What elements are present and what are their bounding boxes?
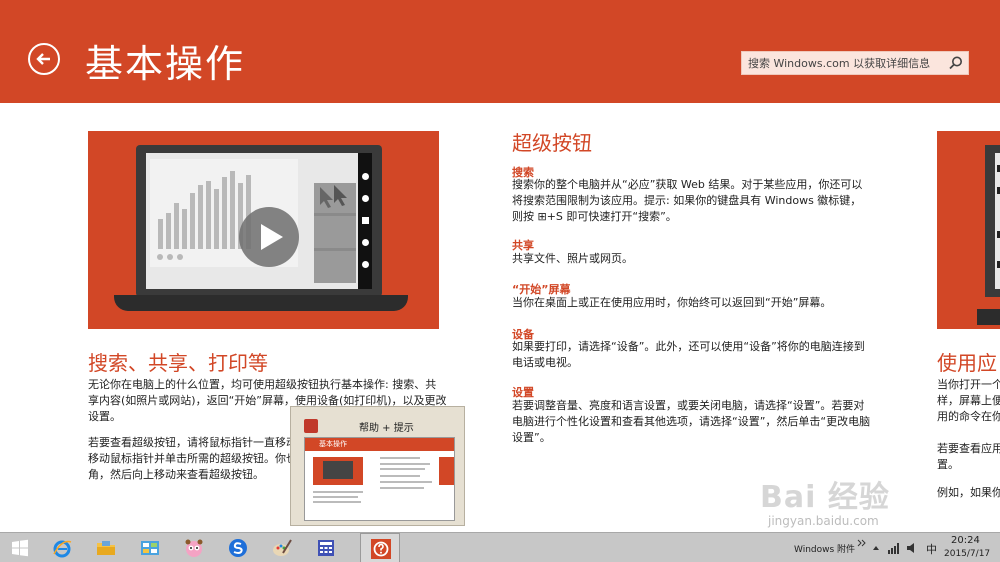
search-box[interactable] bbox=[741, 51, 969, 75]
text-line: 若要调整音量、亮度和语言设置，或要关闭电脑，请选择“设置”。若要对 bbox=[512, 399, 865, 412]
start-button[interactable] bbox=[0, 533, 40, 562]
apps-video-tile[interactable] bbox=[937, 131, 1000, 329]
help-tips-thumbnail[interactable]: 帮助 + 提示 基本操作 bbox=[290, 406, 465, 526]
windows-logo-icon bbox=[362, 217, 369, 224]
thumbnail-content-illustration bbox=[313, 457, 454, 503]
text-line: 移动鼠标指针并单击所需的超级按钮。你也 bbox=[88, 452, 293, 465]
control-panel-icon bbox=[141, 541, 159, 555]
sogou-icon bbox=[229, 539, 247, 557]
text-line: 角，然后向上移动来查看超级按钮。 bbox=[88, 468, 264, 481]
text-line: 电话或电视。 bbox=[512, 356, 578, 369]
page-title: 基本操作 bbox=[85, 42, 246, 86]
charm-dot bbox=[362, 239, 369, 246]
clock-time[interactable]: 20:24 bbox=[951, 535, 980, 546]
text-line: 如果要打印，请选择“设备”。此外，还可以使用“设备”将你的电脑连接到 bbox=[512, 340, 865, 353]
charm-dot bbox=[362, 195, 369, 202]
charm-desc-start: 当你在桌面上或正在使用应用时，你始终可以返回到“开始”屏幕。 bbox=[512, 295, 887, 311]
section-title-search-share-print: 搜索、共享、打印等 bbox=[88, 351, 268, 375]
screen-tiles-panel bbox=[314, 183, 356, 283]
charm-bar bbox=[358, 153, 372, 289]
baidu-watermark: Bai 经验 bbox=[760, 480, 890, 515]
laptop-illustration bbox=[977, 145, 1000, 325]
ime-indicator[interactable]: 中 bbox=[926, 541, 937, 557]
calculator-icon bbox=[318, 540, 334, 556]
laptop-base bbox=[114, 295, 408, 311]
section-title-charms: 超级按钮 bbox=[512, 131, 592, 155]
text-line: 样，屏幕上便 bbox=[937, 394, 1000, 407]
text-line: 设置”。 bbox=[512, 431, 551, 444]
text-line: 当你在桌面上或正在使用应用时，你始终可以返回到“开始”屏幕。 bbox=[512, 296, 832, 309]
play-button[interactable] bbox=[239, 207, 299, 267]
charm-desc-search: 搜索你的整个电脑并从“必应”获取 Web 结果。对于某些应用，你还可以 将搜索范… bbox=[512, 177, 887, 225]
text-line: 置。 bbox=[937, 458, 959, 471]
text-line: 将搜索范围限制为该应用。提示: 如果你的键盘具有 Windows 徽标键， bbox=[512, 194, 862, 207]
charm-dot bbox=[362, 261, 369, 268]
left-paragraph-2: 若要查看超级按钮，请将鼠标指针一直移动 移动鼠标指针并单击所需的超级按钮。你也 … bbox=[88, 435, 293, 483]
search-icon[interactable] bbox=[948, 55, 964, 71]
laptop-illustration bbox=[136, 145, 382, 297]
text-line: 用的命令在你 bbox=[937, 410, 1000, 423]
paint-icon bbox=[273, 539, 292, 556]
help-icon bbox=[304, 419, 318, 433]
header-bar: 基本操作 bbox=[0, 0, 1000, 103]
text-line: 搜索你的整个电脑并从“必应”获取 Web 结果。对于某些应用，你还可以 bbox=[512, 178, 863, 191]
baidu-watermark-url: jingyan.baidu.com bbox=[768, 514, 879, 528]
windows-logo-icon bbox=[12, 539, 28, 557]
laptop-screen bbox=[146, 153, 372, 289]
taskbar-file-explorer[interactable] bbox=[86, 533, 126, 562]
charms-video-tile[interactable] bbox=[88, 131, 439, 329]
double-chevron-icon[interactable] bbox=[857, 538, 867, 548]
text-line: 电脑进行个性化设置和查看其他选项，请选择“设置”，然后单击“更改电脑 bbox=[512, 415, 871, 428]
thumbnail-title: 帮助 + 提示 bbox=[359, 423, 414, 434]
play-icon bbox=[261, 224, 283, 250]
thumbnail-header: 基本操作 bbox=[305, 438, 454, 451]
right-paragraph: 当你打开一个 样，屏幕上便 用的命令在你 若要查看应用 置。 例如，如果你 bbox=[937, 377, 1000, 501]
taskbar-help-tips[interactable] bbox=[360, 533, 400, 562]
taskbar-sogou[interactable] bbox=[218, 533, 258, 562]
thumbnail-preview: 基本操作 bbox=[304, 437, 455, 521]
text-line: 共享文件、照片或网页。 bbox=[512, 252, 633, 265]
back-button[interactable] bbox=[28, 43, 60, 75]
taskbar-calculator[interactable] bbox=[306, 533, 346, 562]
charm-dot bbox=[362, 173, 369, 180]
text-line: 则按 ⊞+S 即可快速打开“搜索”。 bbox=[512, 210, 677, 223]
cursor-arrows-illustration bbox=[314, 183, 356, 283]
text-line: 若要查看超级按钮，请将鼠标指针一直移动 bbox=[88, 436, 293, 449]
volume-icon[interactable] bbox=[906, 542, 918, 554]
text-line: 无论你在电脑上的什么位置，均可使用超级按钮执行基本操作: 搜索、共 bbox=[88, 378, 437, 391]
qq-pet-icon bbox=[185, 539, 203, 557]
taskbar-control-panel[interactable] bbox=[130, 533, 170, 562]
thumbnail-header-title: 基本操作 bbox=[319, 440, 347, 448]
toolbar-windows-accessories[interactable]: Windows 附件 bbox=[794, 542, 855, 555]
file-explorer-icon bbox=[97, 541, 115, 555]
search-input[interactable] bbox=[742, 52, 942, 74]
section-title-using-apps: 使用应 bbox=[937, 351, 997, 375]
app-window: 基本操作 搜索 Windows.com 以获取详细信息 搜索、共享、打印等 无论… bbox=[0, 0, 1000, 562]
taskbar: Windows 附件 中 20:24 2015/7/17 bbox=[0, 532, 1000, 562]
charm-desc-devices: 如果要打印，请选择“设备”。此外，还可以使用“设备”将你的电脑连接到 电话或电视… bbox=[512, 339, 887, 371]
chevron-up-icon[interactable] bbox=[872, 545, 880, 551]
taskbar-ie[interactable] bbox=[42, 533, 82, 562]
arrow-left-icon bbox=[36, 53, 50, 65]
network-icon[interactable] bbox=[887, 542, 901, 554]
text-line: 例如，如果你 bbox=[937, 486, 1000, 499]
help-icon bbox=[371, 539, 391, 559]
taskbar-paint[interactable] bbox=[262, 533, 302, 562]
charm-desc-settings: 若要调整音量、亮度和语言设置，或要关闭电脑，请选择“设置”。若要对 电脑进行个性… bbox=[512, 398, 887, 446]
text-line: 当你打开一个 bbox=[937, 378, 1000, 391]
charm-desc-share: 共享文件、照片或网页。 bbox=[512, 251, 887, 267]
text-line: 若要查看应用 bbox=[937, 442, 1000, 455]
taskbar-qq-pet[interactable] bbox=[174, 533, 214, 562]
ie-icon bbox=[53, 540, 72, 558]
clock-date[interactable]: 2015/7/17 bbox=[944, 549, 990, 559]
